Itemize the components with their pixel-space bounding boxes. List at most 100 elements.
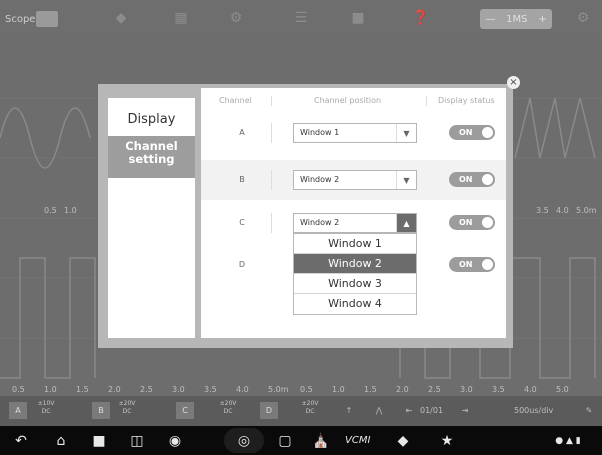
home-icon[interactable]: ⌂: [50, 431, 72, 451]
row-divider: [271, 123, 272, 143]
timebase-plus-button[interactable]: +: [538, 14, 546, 25]
position-select-b[interactable]: Window 2 ▼: [293, 170, 417, 190]
tick-top-right-2: 5.0m: [576, 206, 597, 215]
tick-bottom: 3.5: [492, 385, 505, 394]
page-next-icon[interactable]: ⇥: [456, 402, 474, 419]
tick-bottom: 1.5: [76, 385, 89, 394]
system-nav-bar: ↶ ⌂ ■ ◫ ◉ ◎ ▢ ⛪ VCMI ◆ ★ ● ▲ ▮: [0, 426, 602, 455]
table-row: B Window 2 ▼ ON: [201, 160, 506, 200]
tick-bottom: 4.0: [236, 385, 249, 394]
timebase-minus-button[interactable]: —: [485, 14, 495, 25]
channel-b-settings[interactable]: ±20V DC: [114, 400, 140, 416]
tick-bottom: 0.5: [12, 385, 25, 394]
tick-bottom: 2.0: [396, 385, 409, 394]
dropdown-option-window-4[interactable]: Window 4: [294, 294, 416, 314]
channel-d-settings[interactable]: ±20V DC: [297, 400, 323, 416]
position-dropdown-list: Window 1 Window 2 Window 3 Window 4: [293, 233, 417, 315]
timebase-readout: 500us/div: [514, 406, 554, 415]
waveform-square: [0, 257, 96, 379]
tick-bottom: 1.0: [44, 385, 57, 394]
app-title: Scope: [5, 13, 36, 25]
close-icon[interactable]: ×: [507, 76, 520, 89]
status-toggle-b[interactable]: ON: [449, 172, 495, 187]
vcm-label[interactable]: VCMI: [345, 431, 375, 451]
home-shop-icon[interactable]: ⛪: [310, 431, 332, 451]
page-prev-icon[interactable]: ⇤: [400, 402, 418, 419]
chevron-up-icon[interactable]: ▲: [396, 214, 416, 232]
tick-bottom: 3.0: [460, 385, 473, 394]
tick-bottom: 0.5: [300, 385, 313, 394]
calendar-icon[interactable]: ▦: [170, 9, 192, 27]
screen-record-icon[interactable]: ▢: [274, 431, 296, 451]
dropdown-option-window-3[interactable]: Window 3: [294, 274, 416, 294]
header-divider: [426, 96, 427, 106]
menu-icon[interactable]: ☰: [290, 9, 312, 27]
tick-bottom: 1.0: [332, 385, 345, 394]
toggle-label: ON: [459, 128, 473, 137]
row-channel-a: A: [239, 128, 245, 137]
position-select-value: Window 1: [300, 128, 340, 137]
trigger-edge-icon[interactable]: ⋀: [370, 402, 388, 419]
timebase-control[interactable]: — 1MS +: [480, 9, 552, 29]
split-screen-icon[interactable]: ◫: [126, 431, 148, 451]
recent-apps-icon[interactable]: ■: [88, 431, 110, 451]
row-channel-d: D: [238, 260, 246, 269]
tick-top-0: 0.5: [44, 206, 57, 215]
row-divider: [271, 213, 272, 233]
toggle-knob: [482, 174, 493, 185]
top-toolbar: Scope ◆ ▦ ⚙ ☰ ■ ❓ — 1MS + ⚙: [0, 0, 602, 38]
toggle-knob: [482, 259, 493, 270]
waveform-right-sine: [514, 97, 596, 159]
chevron-down-icon[interactable]: ▼: [396, 124, 416, 142]
table-row: A Window 1 ▼ ON: [201, 113, 506, 153]
channel-bar: A ±10V DC B ±20V DC C ±20V DC D ±20V DC ↑ ⋀ …: [0, 396, 602, 426]
toggle-knob: [482, 217, 493, 228]
header-display-status: Display status: [438, 96, 495, 105]
row-divider: [271, 170, 272, 190]
sidebar-item-display-mode[interactable]: Display mode: [108, 104, 195, 159]
gear-icon[interactable]: ⚙: [225, 9, 247, 27]
channel-a-button[interactable]: A: [9, 402, 27, 419]
header-channel: Channel: [219, 96, 252, 105]
position-select-value: Window 2: [300, 175, 340, 184]
trigger-mode-icon[interactable]: ↑: [340, 402, 358, 419]
channel-c-button[interactable]: C: [176, 402, 194, 419]
tick-bottom: 2.5: [140, 385, 153, 394]
pen-icon[interactable]: ✎: [580, 402, 598, 419]
channel-c-settings[interactable]: ±20V DC: [215, 400, 241, 416]
status-toggle-a[interactable]: ON: [449, 125, 495, 140]
status-toggle-c[interactable]: ON: [449, 215, 495, 230]
channel-b-button[interactable]: B: [92, 402, 110, 419]
sidebar-item-channel-setting[interactable]: Channel setting: [108, 136, 195, 178]
channel-a-settings[interactable]: ±10V DC: [33, 400, 59, 416]
vehicle-diagnostics-icon[interactable]: ★: [436, 431, 458, 451]
settings-icon[interactable]: ⚙: [572, 9, 594, 27]
toggle-knob: [482, 127, 493, 138]
page-indicator: 01/01: [420, 406, 444, 415]
position-select-a[interactable]: Window 1 ▼: [293, 123, 417, 143]
dropdown-option-window-2[interactable]: Window 2: [294, 254, 416, 274]
help-icon[interactable]: ❓: [410, 9, 432, 27]
tick-bottom: 3.5: [204, 385, 217, 394]
channel-d-button[interactable]: D: [260, 402, 278, 419]
camera-icon[interactable]: ◎: [233, 431, 255, 451]
tick-bottom: 2.5: [428, 385, 441, 394]
chevron-down-icon[interactable]: ▼: [396, 171, 416, 189]
timebase-value: 1MS: [506, 13, 528, 25]
screen-icon[interactable]: [36, 11, 58, 27]
status-toggle-d[interactable]: ON: [449, 257, 495, 272]
car-icon[interactable]: ◆: [110, 9, 132, 27]
toggle-label: ON: [459, 175, 473, 184]
tick-top-right-0: 3.5: [536, 206, 549, 215]
tick-bottom: 5.0m: [268, 385, 289, 394]
folder-icon[interactable]: ■: [347, 9, 369, 27]
position-select-c[interactable]: Window 2 ▲: [293, 213, 417, 233]
position-select-value: Window 2: [300, 218, 340, 227]
header-divider: [271, 96, 272, 106]
back-icon[interactable]: ↶: [10, 431, 32, 451]
waveform-sine: [0, 107, 91, 169]
car-icon[interactable]: ◆: [392, 431, 414, 451]
dropdown-option-window-1[interactable]: Window 1: [294, 234, 416, 254]
row-channel-c: C: [239, 218, 245, 227]
browser-icon[interactable]: ◉: [164, 431, 186, 451]
